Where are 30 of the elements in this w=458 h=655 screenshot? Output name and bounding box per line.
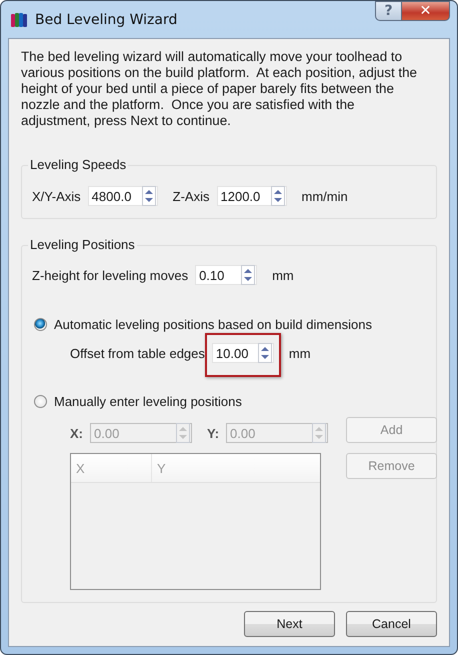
radio-button[interactable] [34, 318, 47, 331]
spin-arrows-icon[interactable] [241, 265, 256, 285]
spin-box[interactable]: 4800.0 [88, 186, 158, 206]
field-label: Z-Axis [172, 188, 210, 204]
intro-text: The bed leveling wizard will automatically move your toolhead to various positions on the build platform. At each position, adjust the height of your bed until a piece of paper barely fits between the nozzle and the platform. Once you are satisfied with the adjustment, press Next to continue. [21, 49, 418, 129]
spin-arrows-icon[interactable] [142, 186, 156, 206]
unit-label: mm/min [302, 188, 348, 204]
unit-label: mm [272, 268, 294, 282]
field-label: Y: [207, 426, 220, 440]
field-label: X/Y-Axis [32, 188, 81, 204]
group-title: Leveling Positions [28, 237, 137, 252]
window-title: Bed Leveling Wizard [35, 12, 178, 28]
radio-button[interactable] [34, 395, 47, 408]
group-title: Leveling Speeds [28, 157, 128, 172]
unit-label: mm [288, 346, 311, 360]
field-label: X: [70, 426, 83, 440]
spin-box[interactable]: 1200.0 [216, 186, 286, 206]
next-button[interactable]: Next [244, 611, 335, 637]
app-icon [10, 10, 28, 28]
cancel-button[interactable]: Cancel [346, 611, 437, 637]
spin-arrows-icon[interactable] [258, 343, 272, 363]
radio-label[interactable]: Automatic leveling positions based on build dimensions [54, 317, 372, 332]
close-button[interactable]: ✕ [402, 1, 450, 21]
help-button[interactable]: ? [375, 1, 402, 21]
spin-box[interactable]: 10.00 [212, 343, 274, 363]
spin-box[interactable]: 0.10 [195, 265, 258, 285]
spin-arrows-icon[interactable] [270, 186, 284, 206]
field-label: Z-height for leveling moves [32, 268, 188, 282]
field-label: Offset from table edges [70, 346, 205, 360]
radio-label[interactable]: Manually enter leveling positions [54, 394, 242, 409]
